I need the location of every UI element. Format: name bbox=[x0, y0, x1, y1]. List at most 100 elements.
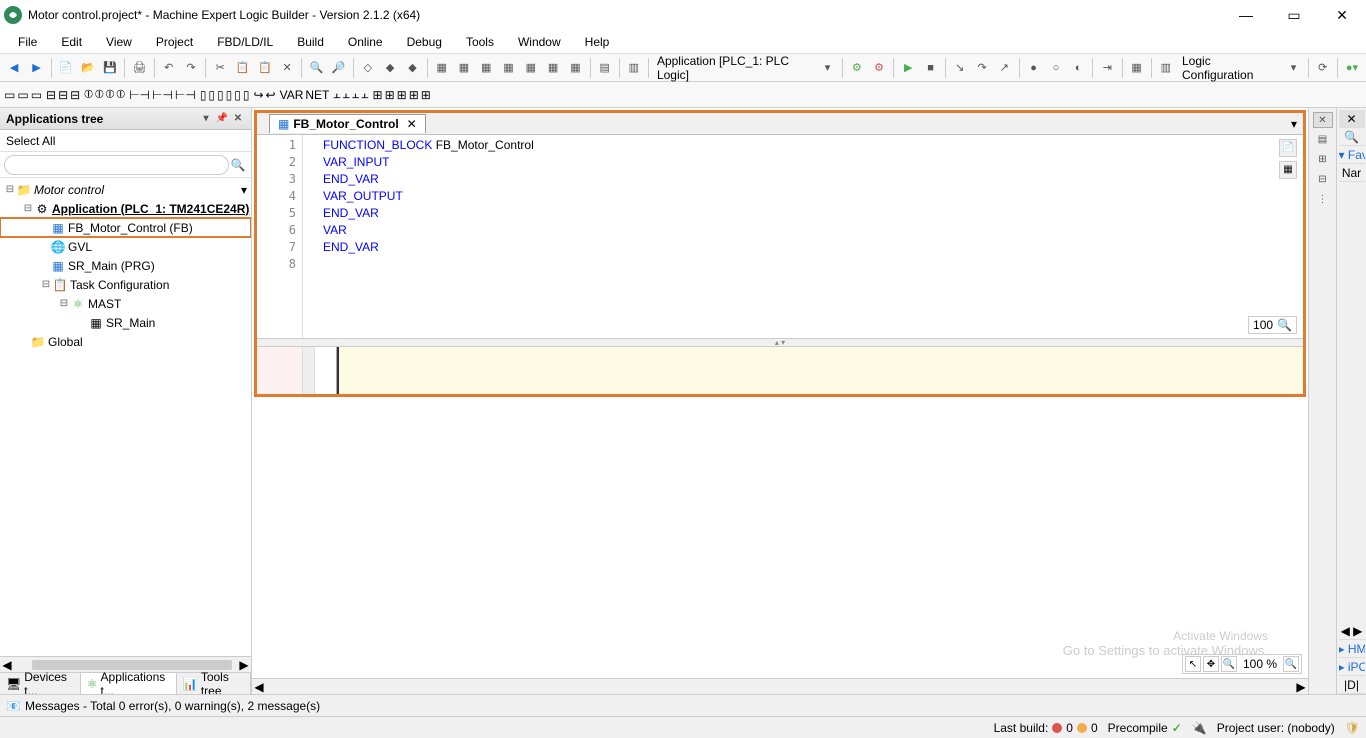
new-icon[interactable]: 📄 bbox=[56, 57, 76, 79]
menu-help[interactable]: Help bbox=[575, 33, 620, 51]
delete-icon[interactable]: ✕ bbox=[277, 57, 297, 79]
decl-zoom[interactable]: 100 🔍 bbox=[1248, 316, 1297, 334]
fb5-icon[interactable]: ▯ bbox=[234, 88, 241, 102]
root-dropdown-icon[interactable]: ▾ bbox=[241, 183, 247, 197]
zoom-reset-icon[interactable]: 🔍 bbox=[1283, 656, 1299, 672]
copy-icon[interactable]: 📋 bbox=[232, 57, 252, 79]
messages-bar[interactable]: 📧 Messages - Total 0 error(s), 0 warning… bbox=[0, 694, 1366, 716]
nav-fwd-icon[interactable]: ▶ bbox=[26, 57, 46, 79]
contact1-icon[interactable]: ⊢⊣ bbox=[129, 88, 150, 102]
menu-file[interactable]: File bbox=[8, 33, 47, 51]
var-icon[interactable]: VAR bbox=[280, 88, 304, 102]
table-view-icon[interactable]: ▦ bbox=[1279, 161, 1297, 179]
coil3-icon[interactable]: ⦶ bbox=[106, 87, 115, 102]
breakpoint2-icon[interactable]: ○ bbox=[1046, 57, 1066, 79]
tree-gvl[interactable]: 🌐 GVL bbox=[0, 237, 251, 256]
box2-icon[interactable]: ▦ bbox=[454, 57, 474, 79]
undo-icon[interactable]: ↶ bbox=[159, 57, 179, 79]
menu-project[interactable]: Project bbox=[146, 33, 203, 51]
box1-icon[interactable]: ▦ bbox=[432, 57, 452, 79]
body-content[interactable] bbox=[337, 347, 1303, 394]
jump1-icon[interactable]: ↪ bbox=[253, 88, 263, 102]
find-replace-icon[interactable]: 🔎 bbox=[328, 57, 348, 79]
coil4-icon[interactable]: ⦶ bbox=[116, 87, 125, 102]
right-tool3-icon[interactable]: ⊟ bbox=[1313, 172, 1333, 188]
step-over-icon[interactable]: ↷ bbox=[972, 57, 992, 79]
tab-close-icon[interactable]: ✕ bbox=[407, 117, 417, 131]
refresh-icon[interactable]: ⟳ bbox=[1313, 57, 1333, 79]
logout-icon[interactable]: ⚙ bbox=[869, 57, 889, 79]
expand-icon[interactable]: ⊟ bbox=[22, 203, 34, 214]
declaration-editor[interactable]: 12345678 FUNCTION_BLOCK FB_Motor_Control… bbox=[257, 135, 1303, 338]
right-tool1-icon[interactable]: ▤ bbox=[1313, 132, 1333, 148]
net-icon[interactable]: NET bbox=[305, 88, 329, 102]
right-panel-close-icon[interactable]: ✕ bbox=[1313, 112, 1333, 128]
pan-icon[interactable]: ✥ bbox=[1203, 656, 1219, 672]
table-icon[interactable]: ▤ bbox=[595, 57, 615, 79]
tree-task-config[interactable]: ⊟ 📋 Task Configuration bbox=[0, 275, 251, 294]
menu-tools[interactable]: Tools bbox=[456, 33, 504, 51]
panel-dropdown-icon[interactable]: ▾ bbox=[199, 112, 213, 126]
misc3-icon[interactable]: ⊞ bbox=[397, 88, 407, 102]
close-button[interactable]: ✕ bbox=[1330, 7, 1354, 24]
editor-hscroll[interactable]: ◀▶ bbox=[252, 678, 1308, 694]
logic-config-dropdown-icon[interactable]: ▾ bbox=[1283, 57, 1303, 79]
misc4-icon[interactable]: ⊞ bbox=[409, 88, 419, 102]
redo-icon[interactable]: ↷ bbox=[181, 57, 201, 79]
st6-icon[interactable]: ⊟ bbox=[70, 88, 80, 102]
run-icon[interactable]: ▶ bbox=[898, 57, 918, 79]
misc2-icon[interactable]: ⊞ bbox=[385, 88, 395, 102]
contact2-icon[interactable]: ⊢⊣ bbox=[152, 88, 173, 102]
tree-sr-main-task[interactable]: ▦ SR_Main bbox=[0, 313, 251, 332]
tab-applications[interactable]: ⚛Applications t... bbox=[81, 673, 177, 694]
text-view-icon[interactable]: 📄 bbox=[1279, 139, 1297, 157]
contact3-icon[interactable]: ⊢⊣ bbox=[175, 88, 196, 102]
open-icon[interactable]: 📂 bbox=[78, 57, 98, 79]
find-icon[interactable]: 🔍 bbox=[306, 57, 326, 79]
layout-icon[interactable]: ▥ bbox=[1156, 57, 1176, 79]
step-out-icon[interactable]: ↗ bbox=[994, 57, 1014, 79]
menu-edit[interactable]: Edit bbox=[51, 33, 92, 51]
minimize-button[interactable]: — bbox=[1234, 7, 1258, 24]
breakpoint-icon[interactable]: ● bbox=[1023, 57, 1043, 79]
tree-mast[interactable]: ⊟ ⚛ MAST bbox=[0, 294, 251, 313]
right-nar[interactable]: Nar bbox=[1339, 164, 1365, 182]
flow-icon[interactable]: ⇥ bbox=[1097, 57, 1117, 79]
breakpoint3-icon[interactable]: ◐ bbox=[1068, 57, 1088, 79]
box6-icon[interactable]: ▦ bbox=[543, 57, 563, 79]
implementation-editor[interactable] bbox=[257, 346, 1303, 394]
tree-root[interactable]: ⊟ 📁 Motor control ▾ bbox=[0, 180, 251, 199]
tree-global[interactable]: 📁 Global bbox=[0, 332, 251, 351]
box3-icon[interactable]: ▦ bbox=[476, 57, 496, 79]
tab-devices[interactable]: 🖥Devices t... bbox=[0, 673, 81, 694]
zoom-in-icon[interactable]: 🔍 bbox=[1221, 656, 1237, 672]
stop-icon[interactable]: ■ bbox=[920, 57, 940, 79]
right-fav[interactable]: ▾ Fav bbox=[1339, 146, 1365, 164]
st5-icon[interactable]: ⊟ bbox=[58, 88, 68, 102]
menu-debug[interactable]: Debug bbox=[397, 33, 452, 51]
expand-icon[interactable]: ⊟ bbox=[58, 298, 70, 309]
jump2-icon[interactable]: ↩ bbox=[266, 88, 276, 102]
print-icon[interactable]: 🖨 bbox=[129, 57, 149, 79]
cursor-icon[interactable]: ↖ bbox=[1185, 656, 1201, 672]
fb1-icon[interactable]: ▯ bbox=[200, 88, 207, 102]
right-search-icon[interactable]: 🔍 bbox=[1339, 128, 1365, 146]
horizontal-splitter[interactable]: ▴ ▾ bbox=[257, 338, 1303, 346]
st2-icon[interactable]: ▭ bbox=[17, 88, 28, 102]
fb2-icon[interactable]: ▯ bbox=[208, 88, 215, 102]
right-tool4-icon[interactable]: ⋮ bbox=[1313, 192, 1333, 208]
organize-icon[interactable]: ▥ bbox=[624, 57, 644, 79]
step-into-icon[interactable]: ↘ bbox=[950, 57, 970, 79]
shield-icon[interactable]: 🛡 bbox=[1345, 721, 1360, 735]
misc1-icon[interactable]: ⊞ bbox=[373, 88, 383, 102]
views-icon[interactable]: ▦ bbox=[1126, 57, 1146, 79]
nav-back-icon[interactable]: ◀ bbox=[4, 57, 24, 79]
panel-pin-icon[interactable]: 📌 bbox=[215, 112, 229, 126]
bookmark-next-icon[interactable]: ◆ bbox=[402, 57, 422, 79]
fb6-icon[interactable]: ▯ bbox=[243, 88, 250, 102]
cut-icon[interactable]: ✂ bbox=[210, 57, 230, 79]
coil2-icon[interactable]: ⦶ bbox=[95, 87, 104, 102]
expand-icon[interactable]: ⊟ bbox=[40, 279, 52, 290]
maximize-button[interactable]: ▭ bbox=[1282, 7, 1306, 24]
tree-sr-main-prg[interactable]: ▦ SR_Main (PRG) bbox=[0, 256, 251, 275]
